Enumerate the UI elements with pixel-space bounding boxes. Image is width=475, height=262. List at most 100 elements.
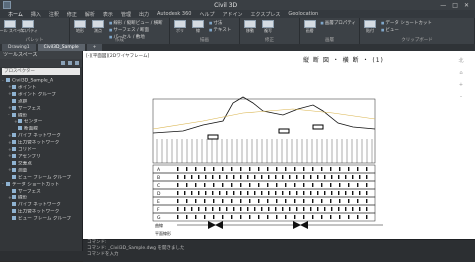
ribbon: ツール スペースプロパティパレット 地形 測点 線形 / 縦断ビュー / 横断サーフェ… [0, 18, 475, 45]
ribbon-tab[interactable]: Autodesk 360 [157, 11, 192, 17]
zoom-in-icon[interactable]: + [459, 82, 463, 88]
table-tick [357, 215, 359, 219]
ribbon-button-label: プロパティ [18, 28, 38, 33]
tree-item[interactable]: + センター [2, 119, 80, 126]
refresh-icon[interactable] [61, 61, 65, 65]
tree-item[interactable]: - Civil3D_Sample_A [2, 78, 80, 85]
tree-item[interactable]: + 線形 [2, 195, 80, 202]
table-tick [191, 191, 193, 195]
tree-item[interactable]: + 圧力管ネットワーク [2, 140, 80, 147]
ribbon-tab[interactable]: ヘルプ [199, 11, 214, 18]
app-icon[interactable] [3, 1, 11, 9]
ribbon-small-button[interactable]: ビュー [381, 27, 432, 33]
tree-item[interactable]: + ポイント グループ [2, 91, 80, 99]
table-tick [231, 167, 233, 171]
ribbon-tab[interactable]: ホーム [8, 11, 23, 18]
table-tick [213, 199, 215, 203]
tree-item[interactable]: + サーフェス [2, 105, 80, 113]
folder-icon [12, 188, 16, 193]
ribbon-tab[interactable]: 表示 [103, 11, 113, 18]
table-tick [261, 191, 263, 195]
north-icon[interactable]: 北 [458, 57, 463, 64]
ribbon-button[interactable]: 画層 [303, 20, 316, 34]
table-tick [296, 191, 298, 195]
folder-icon [12, 195, 16, 200]
ribbon-button[interactable]: ポリ [173, 20, 187, 34]
ribbon-tab[interactable]: 挿入 [31, 11, 41, 18]
ribbon-button[interactable]: ツール スペース [0, 20, 24, 34]
table-tick [331, 175, 333, 179]
table-tick [261, 207, 263, 211]
band-label: 曲線 [155, 222, 163, 228]
ribbon-tab[interactable]: Geolocation [288, 11, 318, 17]
tree-item[interactable]: サーフェス [2, 188, 80, 196]
tree-item[interactable]: + ポイント [2, 84, 80, 92]
table-tick [330, 183, 332, 187]
new-tab-button[interactable]: + [86, 44, 103, 51]
drawing-canvas[interactable]: [-][平面図][2Dワイヤフレーム] 縦 断 図 ・ 横 断 ・ (1) AB… [83, 51, 475, 239]
ribbon-tab[interactable]: 注釈 [49, 11, 59, 18]
tree-item[interactable]: + 測量 [2, 167, 80, 175]
tree-item[interactable]: パイプ ネットワーク [2, 202, 80, 209]
table-tick [366, 199, 368, 203]
ribbon-button[interactable]: 貼付 [363, 20, 377, 34]
table-tick [222, 183, 224, 187]
tree-item[interactable]: - 線形 [2, 112, 80, 120]
table-tick [240, 191, 242, 195]
table-tick [289, 191, 291, 195]
tree-item[interactable]: 圧力管ネットワーク [2, 209, 80, 216]
table-tick [275, 175, 277, 179]
tree-item[interactable]: ビュー フレーム グループ [2, 216, 80, 223]
ribbon-small-button[interactable]: 画層プロパティ [320, 20, 356, 26]
table-tick [339, 215, 341, 219]
ribbon-tab[interactable]: 出力 [139, 11, 149, 18]
ribbon-small-button[interactable]: サーフェス / 断面 [109, 27, 163, 33]
table-tick [204, 215, 206, 219]
close-icon[interactable]: ✕ [464, 2, 469, 9]
tree-item-label: 交差点 [18, 161, 32, 167]
maximize-icon[interactable]: □ [452, 2, 458, 9]
table-tick [312, 199, 314, 203]
tree-item[interactable]: 断面線 [2, 126, 80, 133]
help-icon[interactable] [75, 61, 79, 65]
ribbon-small-button[interactable]: 線形 / 縦断ビュー / 横断 [109, 20, 162, 26]
prospector-selector[interactable]: プロスペクター [2, 68, 80, 75]
document-tab[interactable]: Civil3D_Sample [37, 44, 85, 51]
command-line[interactable]: コマンド: コマンド: _Civil3D_Sample.dwg を開きました コ… [83, 239, 475, 262]
ribbon-button[interactable]: 線 [191, 20, 205, 34]
ribbon-button[interactable]: 地形 [73, 20, 87, 34]
zoom-out-icon[interactable]: – [460, 94, 463, 100]
ribbon-tab[interactable]: 解析 [85, 11, 95, 18]
table-tick [249, 215, 251, 219]
ribbon-tab[interactable]: 管理 [121, 11, 131, 18]
ribbon-button[interactable]: 移動 [243, 20, 257, 34]
tree-item[interactable]: + コリドー [2, 147, 80, 154]
table-tick [219, 191, 221, 195]
table-row-label: D [157, 191, 161, 197]
tree-item[interactable]: + アセンブリ [2, 153, 80, 161]
table-tick [338, 175, 340, 179]
profile-hatch [156, 139, 373, 163]
tree-item[interactable]: + パイプ ネットワーク [2, 133, 80, 140]
ribbon-small-button[interactable]: 寸法 [209, 20, 231, 26]
minimize-icon[interactable]: — [440, 2, 446, 9]
viewcube[interactable]: 北 ⌂ + – [453, 57, 469, 117]
ribbon-tab[interactable]: アドイン [222, 11, 242, 18]
ribbon-small-button[interactable]: データ ショートカット [381, 20, 431, 26]
ribbon-button[interactable]: 複写 [261, 20, 275, 34]
settings-icon[interactable] [68, 61, 72, 65]
tree-item[interactable]: - データ ショートカット [2, 181, 80, 189]
document-tab[interactable]: Drawing1 [2, 44, 36, 51]
ribbon-tab[interactable]: エクスプレス [251, 11, 281, 18]
tree-item[interactable]: 点群 [2, 98, 80, 106]
tree-item[interactable]: 交差点 [2, 160, 80, 168]
ribbon-tab[interactable]: 修正 [67, 11, 77, 18]
ribbon-button[interactable]: 測点 [91, 20, 105, 34]
home-icon[interactable]: ⌂ [459, 70, 462, 76]
ribbon-small-button[interactable]: テキスト [209, 27, 231, 33]
table-tick [317, 191, 319, 195]
table-row-label: G [157, 215, 161, 221]
tree-item[interactable]: ビュー フレーム グループ [2, 174, 80, 182]
ribbon-button[interactable]: プロパティ [18, 20, 38, 34]
command-input[interactable]: コマンドを入力 [83, 252, 475, 258]
